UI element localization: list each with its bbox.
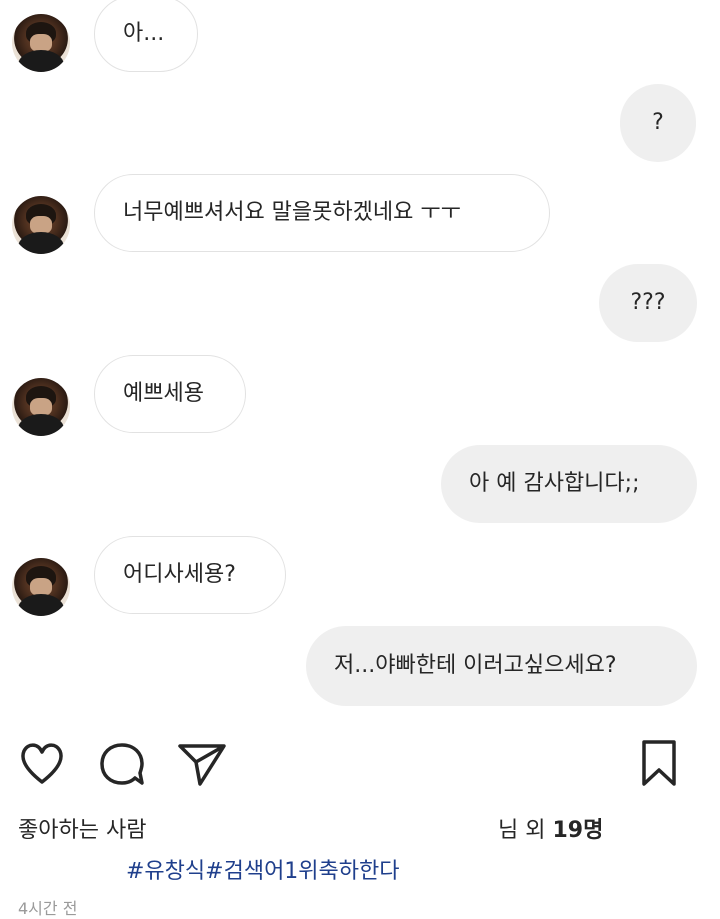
bookmark-icon[interactable] (638, 738, 680, 788)
likes-count-text[interactable]: 님 외 19명 (498, 812, 603, 844)
sender-avatar[interactable] (12, 558, 70, 616)
likes-suffix: 님 외 (498, 818, 553, 843)
post-timestamp: 4시간 전 (18, 899, 78, 918)
sender-avatar[interactable] (12, 378, 70, 436)
dm-conversation: 아... ? 너무예쁘셔서요 말을못하겠네요 ㅜㅜ ??? 예쁘세용 아 예 감… (0, 0, 720, 718)
caption-hashtags[interactable]: #유창식#검색어1위축하한다 (126, 853, 400, 885)
comment-icon[interactable] (97, 740, 147, 788)
sender-avatar[interactable] (12, 196, 70, 254)
redacted-username (185, 808, 495, 844)
send-icon[interactable] (176, 740, 228, 788)
message-bubble-outgoing[interactable]: ? (620, 84, 696, 162)
likes-summary[interactable]: 좋아하는 사람 (18, 812, 146, 844)
heart-icon[interactable] (18, 740, 66, 786)
message-bubble-incoming[interactable]: 너무예쁘셔서요 말을못하겠네요 ㅜㅜ (94, 174, 550, 252)
message-bubble-outgoing[interactable]: ??? (599, 264, 697, 342)
message-bubble-incoming[interactable]: 어디사세용? (94, 536, 286, 614)
message-bubble-outgoing[interactable]: 저...야빠한테 이러고싶으세요? (306, 626, 697, 706)
likes-count: 19명 (552, 818, 604, 843)
message-bubble-outgoing[interactable]: 아 예 감사합니다;; (441, 445, 697, 523)
message-bubble-incoming[interactable]: 예쁘세용 (94, 355, 246, 433)
message-bubble-incoming[interactable]: 아... (94, 0, 198, 72)
sender-avatar[interactable] (12, 14, 70, 72)
likes-prefix: 좋아하는 사람 (18, 818, 147, 843)
